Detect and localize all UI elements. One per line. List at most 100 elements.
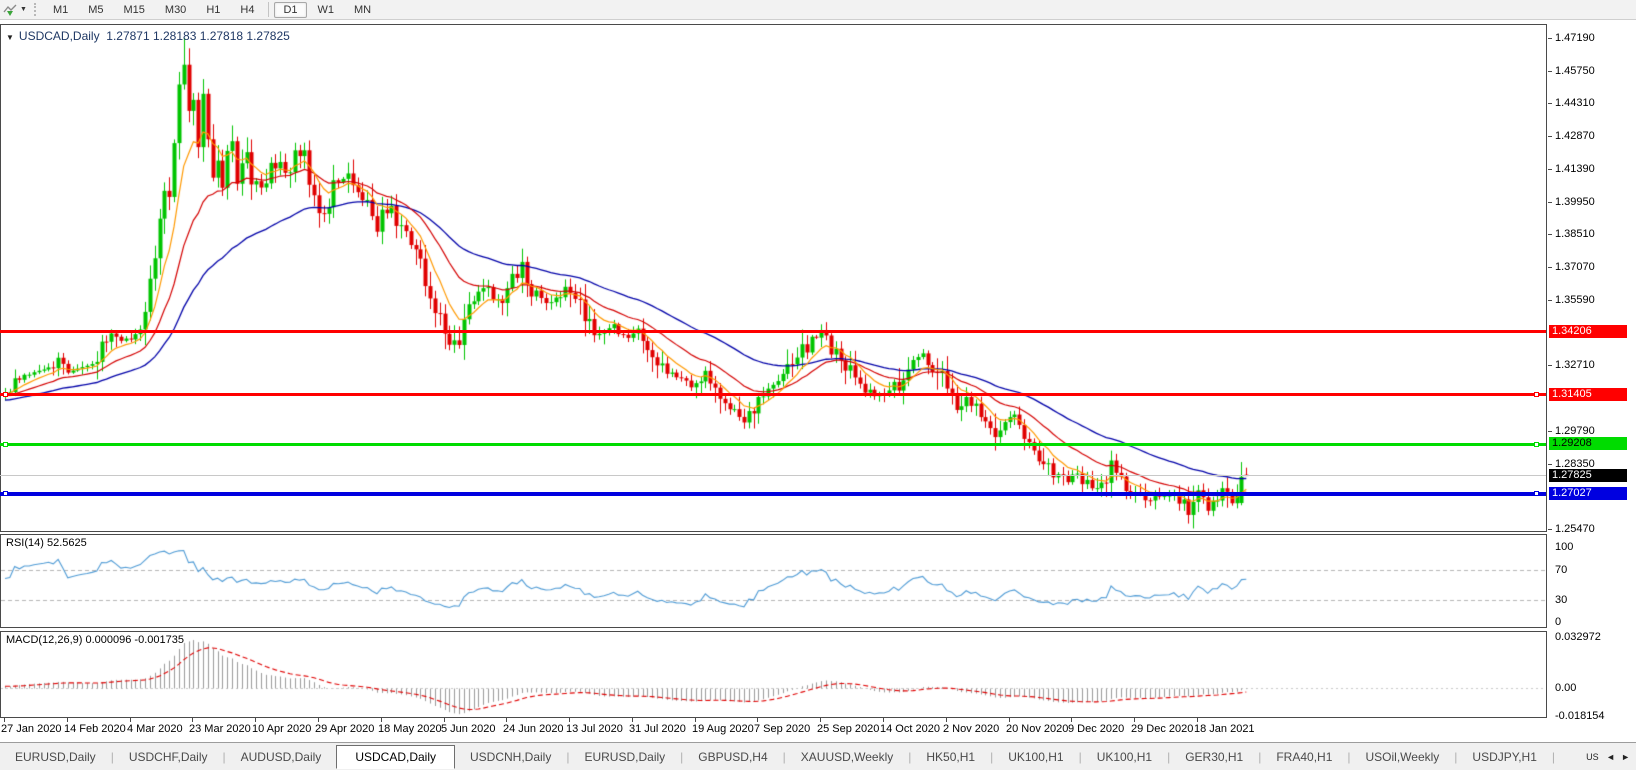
axis-tick-mark bbox=[1548, 463, 1552, 465]
tab-partial[interactable]: US bbox=[1576, 748, 1600, 766]
date-label: 5 Jun 2020 bbox=[441, 723, 496, 735]
date-label: 31 Jul 2020 bbox=[629, 723, 686, 735]
timeframe-button-mn[interactable]: MN bbox=[345, 2, 380, 18]
chart-ohlc-values: 1.27871 1.28183 1.27818 1.27825 bbox=[106, 29, 290, 43]
hline-handle[interactable] bbox=[1534, 491, 1539, 497]
axis-tick-mark bbox=[1548, 529, 1552, 530]
collapse-triangle-icon[interactable]: ▼ bbox=[6, 33, 14, 42]
hline-1.31405[interactable] bbox=[0, 393, 1546, 397]
chart-tab-usdjpy-14[interactable]: USDJPY,H1 bbox=[1457, 746, 1551, 768]
timeframe-button-h1[interactable]: H1 bbox=[197, 2, 229, 18]
axis-tick-mark bbox=[1548, 169, 1552, 171]
rsi-canvas[interactable] bbox=[1, 535, 1546, 627]
price-chart-panel[interactable] bbox=[0, 24, 1547, 532]
price-badge-1.27027: 1.27027 bbox=[1549, 486, 1627, 500]
timeframe-button-m15[interactable]: M15 bbox=[115, 2, 154, 18]
trading-terminal-window: ▼ M1 M5 M15 M30 H1 H4 D1 W1 MN ▼ USDCAD,Daily 1.2… bbox=[0, 0, 1636, 770]
hline-1.27027[interactable] bbox=[0, 491, 1546, 496]
rsi-axis-label: 100 bbox=[1555, 541, 1574, 553]
date-tick-mark bbox=[506, 718, 507, 722]
price-axis-tick-label: 1.44310 bbox=[1555, 97, 1595, 110]
chart-tab-eurusd-0[interactable]: EURUSD,Daily bbox=[0, 746, 111, 768]
date-label: 9 Dec 2020 bbox=[1068, 723, 1125, 735]
chart-cursor-icon[interactable] bbox=[3, 3, 18, 17]
toolbar-separator bbox=[268, 2, 270, 17]
date-tick-mark bbox=[632, 718, 633, 722]
chart-tab-fra40-12[interactable]: FRA40,H1 bbox=[1261, 746, 1347, 768]
timeframe-button-w1[interactable]: W1 bbox=[309, 2, 344, 18]
hline-handle[interactable] bbox=[3, 442, 8, 447]
chart-tab-uk100-9[interactable]: UK100,H1 bbox=[993, 746, 1078, 768]
tab-scroll-left-icon[interactable]: ◄ bbox=[1606, 752, 1615, 762]
price-badge-1.27825: 1.27825 bbox=[1549, 468, 1627, 482]
hline-handle[interactable] bbox=[1534, 442, 1539, 447]
date-label: 14 Feb 2020 bbox=[64, 723, 126, 735]
date-tick-mark bbox=[1071, 718, 1072, 722]
chart-tab-hk50-8[interactable]: HK50,H1 bbox=[911, 746, 990, 768]
date-label: 24 Jun 2020 bbox=[503, 723, 564, 735]
chart-tab-usdcnh-4[interactable]: USDCNH,Daily bbox=[455, 746, 566, 768]
axis-tick-mark bbox=[1548, 201, 1552, 203]
chevron-down-icon[interactable]: ▼ bbox=[20, 6, 27, 13]
chart-tab-uk100-10[interactable]: UK100,H1 bbox=[1082, 746, 1167, 768]
price-axis: 1.47190 1.45750 1.44310 1.42870 1.41390 1.399… bbox=[1548, 24, 1636, 722]
hline-1.29208[interactable] bbox=[0, 443, 1546, 446]
chart-symbol-label: USDCAD,Daily bbox=[18, 29, 100, 43]
date-tick-mark bbox=[444, 718, 445, 722]
macd-indicator-panel[interactable] bbox=[0, 631, 1547, 718]
chart-tab-ger30-11[interactable]: GER30,H1 bbox=[1170, 746, 1258, 768]
axis-tick-mark bbox=[1548, 38, 1552, 39]
timeframe-button-h4[interactable]: H4 bbox=[231, 2, 263, 18]
tab-scroll-arrows: US ◄ ► bbox=[1568, 743, 1633, 770]
hline-handle[interactable] bbox=[3, 491, 8, 497]
chart-tab-gbpusd-6[interactable]: GBPUSD,H4 bbox=[683, 746, 782, 768]
hline-1.34206[interactable] bbox=[0, 330, 1546, 333]
date-label: 27 Jan 2020 bbox=[1, 723, 62, 735]
price-badge-1.34206: 1.34206 bbox=[1549, 324, 1627, 338]
date-tick-mark bbox=[130, 718, 131, 722]
date-tick-mark bbox=[695, 718, 696, 722]
date-tick-mark bbox=[1134, 718, 1135, 722]
date-axis: 27 Jan 2020 14 Feb 2020 4 Mar 2020 23 Mar 2… bbox=[0, 718, 1547, 740]
hline-handle[interactable] bbox=[1534, 392, 1539, 398]
tab-scroll-right-icon[interactable]: ► bbox=[1621, 752, 1630, 762]
macd-axis-label: 0.032972 bbox=[1555, 630, 1601, 643]
macd-label: MACD(12,26,9) 0.000096 -0.001735 bbox=[6, 634, 184, 646]
chart-tab-audusd-2[interactable]: AUDUSD,Daily bbox=[226, 746, 337, 768]
date-label: 4 Mar 2020 bbox=[127, 723, 183, 735]
date-label: 18 Jan 2021 bbox=[1194, 723, 1255, 735]
chart-tab-usdcad-3[interactable]: USDCAD,Daily bbox=[336, 745, 455, 769]
chart-tab-bar: EURUSD,Daily | USDCHF,Daily | AUDUSD,Daily US… bbox=[0, 742, 1636, 770]
hline-handle[interactable] bbox=[3, 392, 8, 398]
date-tick-mark bbox=[67, 718, 68, 722]
date-tick-mark bbox=[318, 718, 319, 722]
chart-tab-usdchf-1[interactable]: USDCHF,Daily bbox=[114, 746, 223, 768]
price-axis-tick-label: 1.47190 bbox=[1555, 32, 1595, 44]
date-tick-mark bbox=[1197, 718, 1198, 722]
axis-tick-mark bbox=[1548, 300, 1552, 302]
macd-canvas[interactable] bbox=[1, 632, 1546, 717]
axis-tick-mark bbox=[1548, 103, 1552, 105]
date-tick-mark bbox=[255, 718, 256, 722]
chart-tab-xauusd-7[interactable]: XAUUSD,Weekly bbox=[786, 746, 908, 768]
axis-tick-mark bbox=[1548, 365, 1552, 367]
timeframe-button-m30[interactable]: M30 bbox=[156, 2, 195, 18]
date-label: 14 Oct 2020 bbox=[880, 723, 940, 735]
date-label: 25 Sep 2020 bbox=[817, 723, 880, 735]
chart-tab-usoil-13[interactable]: USOil,Weekly bbox=[1351, 746, 1455, 768]
toolbar-grip[interactable] bbox=[33, 3, 39, 16]
timeframe-button-d1[interactable]: D1 bbox=[274, 1, 307, 18]
candlestick-chart-canvas[interactable] bbox=[1, 25, 1546, 531]
chart-tab-eurusd-5[interactable]: EURUSD,Daily bbox=[569, 746, 680, 768]
price-axis-tick-label: 1.37070 bbox=[1555, 260, 1595, 273]
price-axis-tick-label: 1.41390 bbox=[1555, 163, 1595, 176]
timeframe-button-m5[interactable]: M5 bbox=[79, 2, 112, 18]
timeframe-button-m1[interactable]: M1 bbox=[44, 2, 77, 18]
price-axis-tick-label: 1.35590 bbox=[1555, 294, 1595, 307]
rsi-indicator-panel[interactable] bbox=[0, 534, 1547, 628]
date-label: 10 Apr 2020 bbox=[252, 723, 312, 735]
date-label: 2 Nov 2020 bbox=[943, 723, 1000, 735]
price-axis-tick-label: 1.25470 bbox=[1555, 523, 1595, 535]
macd-axis-label: -0.018154 bbox=[1555, 710, 1605, 723]
axis-tick-mark bbox=[1548, 266, 1552, 268]
